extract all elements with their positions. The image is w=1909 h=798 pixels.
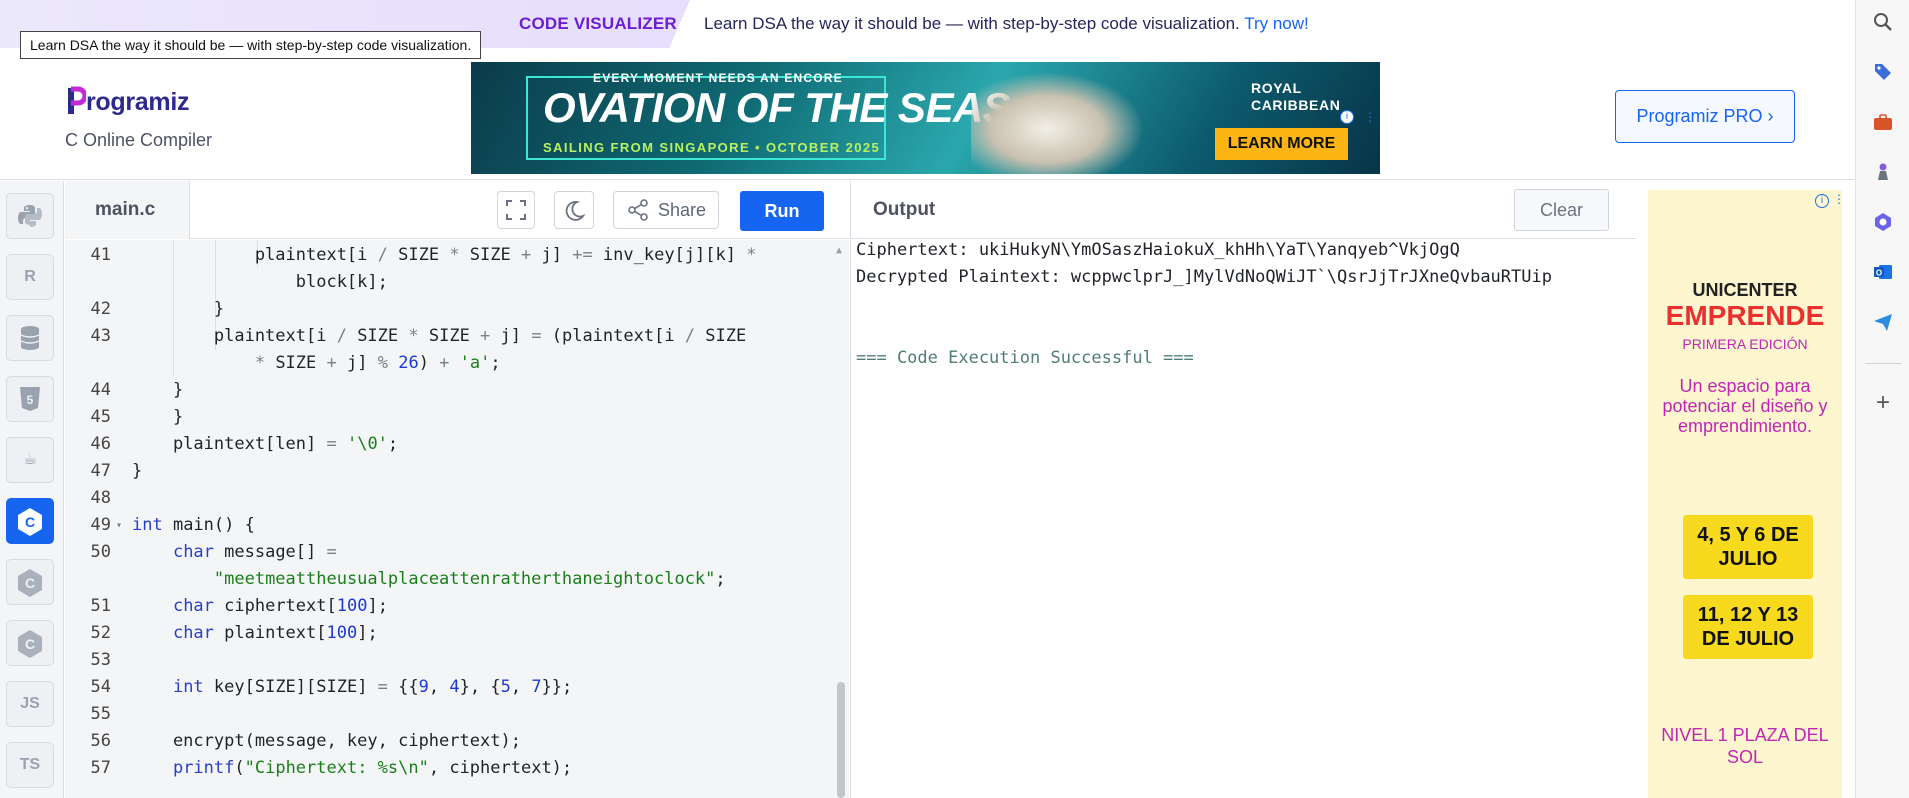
side-ad-description: Un espacio para potenciar el diseño y em… xyxy=(1662,376,1828,436)
ad-headline: OVATION OF THE SEAS xyxy=(543,84,1011,131)
scroll-up-icon[interactable]: ▲ xyxy=(836,245,842,256)
rail-html-icon[interactable]: 5 xyxy=(6,376,54,422)
promo-message: Learn DSA the way it should be — with st… xyxy=(704,14,1240,33)
moon-icon xyxy=(565,201,586,221)
ad-info-icon[interactable]: i xyxy=(1340,110,1354,124)
ad-photo xyxy=(971,62,1161,174)
rail-sql-icon[interactable] xyxy=(6,315,54,361)
ad-brand-line2: CARIBBEAN xyxy=(1251,97,1341,113)
output-line-plaintext: Decrypted Plaintext: wcppwclprJ_]MylVdNo… xyxy=(856,267,1552,287)
rail-js-icon[interactable]: JS xyxy=(6,681,54,727)
output-title: Output xyxy=(873,199,936,220)
output-header: Output Clear xyxy=(850,181,1636,239)
output-success-message: === Code Execution Successful === xyxy=(856,348,1194,368)
side-ad-container: i ⋮ UNICENTER EMPRENDE PRIMERA EDICIÓN U… xyxy=(1637,181,1854,798)
run-button[interactable]: Run xyxy=(740,191,824,231)
copilot-icon[interactable] xyxy=(1872,212,1894,234)
side-ad-date2: 11, 12 Y 13 DE JULIO xyxy=(1683,595,1813,659)
rail-csharp-icon[interactable]: C xyxy=(6,620,54,666)
side-ad-info-icon[interactable]: i xyxy=(1815,194,1829,208)
file-tab-main-c[interactable]: main.c xyxy=(65,181,190,239)
output-console[interactable]: Ciphertext: ukiHukyN\YmOSaszHaiokuX_khHh… xyxy=(850,240,1636,798)
promo-brand[interactable]: CODE VISUALIZER xyxy=(519,14,677,34)
svg-text:C: C xyxy=(25,636,35,652)
svg-text:5: 5 xyxy=(27,393,34,407)
clear-button[interactable]: Clear xyxy=(1514,189,1609,231)
browser-sidebar: O + xyxy=(1855,0,1909,798)
svg-text:O: O xyxy=(1876,269,1882,278)
rail-c-icon[interactable]: C xyxy=(6,498,54,544)
ad-brand: ROYAL CARIBBEAN xyxy=(1251,80,1340,114)
logo-text: rogramiz xyxy=(86,88,190,116)
svg-text:C: C xyxy=(25,514,35,530)
chess-icon[interactable] xyxy=(1872,162,1894,184)
programiz-logo[interactable]: rogramiz xyxy=(66,86,189,117)
programiz-pro-button[interactable]: Programiz PRO › xyxy=(1615,90,1795,143)
fullscreen-button[interactable] xyxy=(497,191,535,229)
ad-tagline: SAILING FROM SINGAPORE • OCTOBER 2025 xyxy=(543,140,881,155)
share-label: Share xyxy=(658,200,707,220)
outlook-icon[interactable]: O xyxy=(1872,262,1894,284)
output-line-ciphertext: Ciphertext: ukiHukyN\YmOSaszHaiokuX_khHh… xyxy=(856,240,1460,260)
language-rail: R 5 ☕ C C C JS TS xyxy=(0,181,64,798)
theme-toggle-button[interactable] xyxy=(554,191,594,229)
briefcase-icon[interactable] xyxy=(1872,112,1894,134)
header: rogramiz C Online Compiler EVERY MOMENT … xyxy=(0,48,1854,180)
search-icon[interactable] xyxy=(1872,12,1894,34)
side-ad-options-icon[interactable]: ⋮ xyxy=(1833,192,1845,206)
rail-ts-icon[interactable]: TS xyxy=(6,742,54,788)
ad-banner[interactable]: EVERY MOMENT NEEDS AN ENCORE OVATION OF … xyxy=(471,62,1380,174)
svg-text:C: C xyxy=(25,575,35,591)
ad-brand-line1: ROYAL xyxy=(1251,80,1302,96)
side-ad-venue: NIVEL 1 PLAZA DEL SOL xyxy=(1661,725,1829,767)
rail-python-icon[interactable] xyxy=(6,193,54,239)
page-subtitle: C Online Compiler xyxy=(65,130,213,150)
editor-scrollbar[interactable] xyxy=(837,682,845,798)
rail-cpp-icon[interactable]: C xyxy=(6,559,54,605)
code-editor[interactable]: 41 plaintext[i / SIZE * SIZE + j] += inv… xyxy=(65,240,849,798)
logo-p-mark xyxy=(66,86,88,116)
fullscreen-icon xyxy=(506,200,526,220)
add-icon[interactable]: + xyxy=(1872,391,1894,415)
promo-text: Learn DSA the way it should be — with st… xyxy=(704,14,1309,34)
ad-options-icon[interactable]: ⋮ xyxy=(1364,110,1376,124)
promo-bar: CODE VISUALIZER Learn DSA the way it sho… xyxy=(0,0,1854,59)
ad-learn-more-button[interactable]: LEARN MORE xyxy=(1215,128,1348,160)
ad-kicker: EVERY MOMENT NEEDS AN ENCORE xyxy=(593,71,843,85)
share-button[interactable]: Share xyxy=(613,191,719,229)
sidebar-divider xyxy=(1865,363,1901,364)
rail-java-icon[interactable]: ☕ xyxy=(6,437,54,483)
side-ad-date1: 4, 5 Y 6 DE JULIO xyxy=(1683,515,1813,579)
tag-icon[interactable] xyxy=(1872,62,1894,84)
promo-try-now-link[interactable]: Try now! xyxy=(1244,14,1309,33)
editor-toolbar: main.c Share Run xyxy=(65,181,849,239)
side-ad-line1: UNICENTER xyxy=(1692,280,1798,300)
side-ad-line3: PRIMERA EDICIÓN xyxy=(1682,336,1808,352)
send-icon[interactable] xyxy=(1872,312,1894,334)
side-ad-line2: EMPRENDE xyxy=(1665,300,1825,331)
rail-r-icon[interactable]: R xyxy=(6,254,54,300)
fold-toggle-icon[interactable]: ▾ xyxy=(116,512,122,539)
share-icon xyxy=(628,199,648,221)
side-ad[interactable]: i ⋮ UNICENTER EMPRENDE PRIMERA EDICIÓN U… xyxy=(1648,190,1845,798)
